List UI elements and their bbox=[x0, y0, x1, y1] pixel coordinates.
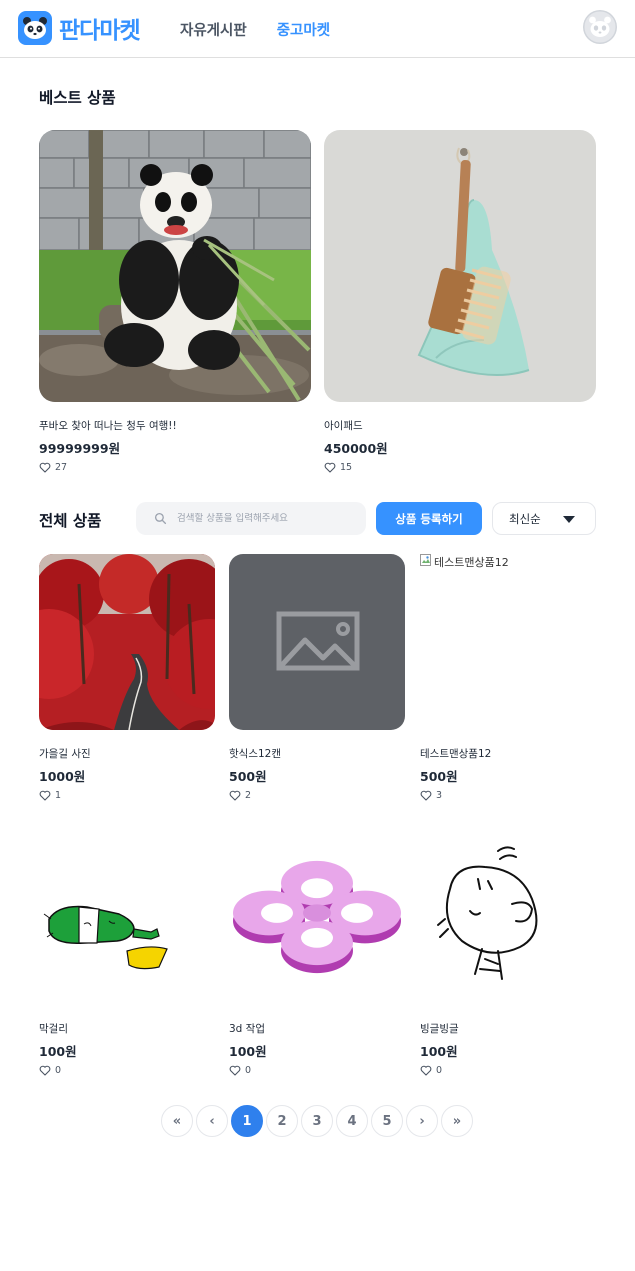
product-price: 100원 bbox=[229, 1044, 267, 1059]
product-name: 테스트맨상품12 bbox=[420, 748, 492, 760]
nav-free-board[interactable]: 자유게시판 bbox=[180, 19, 247, 40]
search-icon bbox=[154, 512, 167, 525]
heart-icon bbox=[39, 462, 51, 473]
search-input[interactable] bbox=[177, 513, 357, 524]
heart-icon bbox=[39, 790, 51, 801]
heart-icon bbox=[324, 462, 336, 473]
product-price: 450000원 bbox=[324, 441, 388, 456]
product-card[interactable]: 테스트맨상품12 테스트맨상품12 500원 3 bbox=[420, 554, 596, 801]
register-product-button[interactable]: 상품 등록하기 bbox=[376, 502, 482, 535]
product-card[interactable]: 가을길 사진 1000원 1 bbox=[39, 554, 215, 801]
logo-link[interactable]: 판다마켓 bbox=[18, 11, 141, 45]
next-page-button[interactable]: › bbox=[406, 1105, 438, 1137]
panda-logo-icon bbox=[18, 11, 52, 45]
product-price: 99999999원 bbox=[39, 441, 121, 456]
favorite-count[interactable]: 3 bbox=[420, 790, 596, 801]
product-image-face-sketch[interactable] bbox=[420, 829, 596, 1005]
page-button-5[interactable]: 5 bbox=[371, 1105, 403, 1137]
user-avatar[interactable] bbox=[583, 10, 617, 44]
product-name: 막걸리 bbox=[39, 1023, 68, 1035]
logo-text: 판다마켓 bbox=[59, 18, 141, 44]
product-image-makgeolli-drawing[interactable] bbox=[39, 829, 215, 1005]
prev-page-button[interactable]: ‹ bbox=[196, 1105, 228, 1137]
favorite-count[interactable]: 1 bbox=[39, 790, 215, 801]
caret-down-icon bbox=[563, 516, 575, 523]
search-bar[interactable] bbox=[136, 502, 366, 535]
heart-icon bbox=[39, 1065, 51, 1076]
heart-icon bbox=[420, 1065, 432, 1076]
favorite-count-value: 27 bbox=[55, 462, 68, 473]
product-image-broken[interactable]: 테스트맨상품12 bbox=[420, 554, 596, 730]
favorite-count-value: 1 bbox=[55, 790, 62, 801]
product-card[interactable]: 3d 작업 100원 0 bbox=[229, 829, 405, 1076]
product-price: 500원 bbox=[229, 769, 267, 784]
product-card[interactable]: 빙글빙글 100원 0 bbox=[420, 829, 596, 1076]
page-button-2[interactable]: 2 bbox=[266, 1105, 298, 1137]
heart-icon bbox=[420, 790, 432, 801]
product-image-autumn-road[interactable] bbox=[39, 554, 215, 730]
favorite-count[interactable]: 2 bbox=[229, 790, 405, 801]
product-image-3d-clover[interactable] bbox=[229, 829, 405, 1005]
favorite-count-value: 3 bbox=[436, 790, 443, 801]
sort-label: 최신순 bbox=[509, 511, 541, 526]
broken-image-icon bbox=[420, 554, 431, 566]
favorite-count[interactable]: 0 bbox=[229, 1065, 405, 1076]
pagination: « ‹ 1 2 3 4 5 › » bbox=[161, 1105, 473, 1137]
image-placeholder-icon bbox=[276, 611, 360, 671]
product-price: 1000원 bbox=[39, 769, 86, 784]
first-page-button[interactable]: « bbox=[161, 1105, 193, 1137]
favorite-count-value: 2 bbox=[245, 790, 252, 801]
favorite-count-value: 0 bbox=[55, 1065, 62, 1076]
product-name: 푸바오 찾아 떠나는 청두 여행!! bbox=[39, 420, 177, 432]
product-name: 아이패드 bbox=[324, 420, 363, 432]
last-page-button[interactable]: » bbox=[441, 1105, 473, 1137]
product-card[interactable]: 막걸리 100원 0 bbox=[39, 829, 215, 1076]
all-products-title: 전체 상품 bbox=[39, 512, 102, 530]
page-button-1[interactable]: 1 bbox=[231, 1105, 263, 1137]
main-nav: 자유게시판 중고마켓 bbox=[180, 19, 330, 40]
favorite-count[interactable]: 15 bbox=[324, 462, 596, 473]
product-name: 가을길 사진 bbox=[39, 748, 91, 760]
product-price: 100원 bbox=[39, 1044, 77, 1059]
heart-icon bbox=[229, 1065, 241, 1076]
favorite-count[interactable]: 27 bbox=[39, 462, 311, 473]
favorite-count[interactable]: 0 bbox=[39, 1065, 215, 1076]
page-button-4[interactable]: 4 bbox=[336, 1105, 368, 1137]
favorite-count-value: 0 bbox=[436, 1065, 443, 1076]
best-product-card[interactable]: 아이패드 450000원 15 bbox=[324, 130, 596, 473]
product-price: 100원 bbox=[420, 1044, 458, 1059]
heart-icon bbox=[229, 790, 241, 801]
sort-dropdown[interactable]: 최신순 bbox=[492, 502, 596, 535]
favorite-count[interactable]: 0 bbox=[420, 1065, 596, 1076]
page-button-3[interactable]: 3 bbox=[301, 1105, 333, 1137]
product-image-panda[interactable] bbox=[39, 130, 311, 402]
favorite-count-value: 0 bbox=[245, 1065, 252, 1076]
nav-used-market[interactable]: 중고마켓 bbox=[277, 19, 330, 40]
broken-image-alt-text: 테스트맨상품12 bbox=[434, 556, 509, 569]
product-name: 3d 작업 bbox=[229, 1023, 266, 1035]
product-image-dustpan[interactable] bbox=[324, 130, 596, 402]
product-price: 500원 bbox=[420, 769, 458, 784]
broken-image-alt: 테스트맨상품12 bbox=[420, 554, 596, 570]
product-card[interactable]: 핫식스12캔 500원 2 bbox=[229, 554, 405, 801]
best-product-card[interactable]: 푸바오 찾아 떠나는 청두 여행!! 99999999원 27 bbox=[39, 130, 311, 473]
best-products-title: 베스트 상품 bbox=[39, 89, 116, 107]
favorite-count-value: 15 bbox=[340, 462, 353, 473]
product-name: 빙글빙글 bbox=[420, 1023, 459, 1035]
header: 판다마켓 자유게시판 중고마켓 bbox=[0, 0, 635, 58]
product-image-placeholder[interactable] bbox=[229, 554, 405, 730]
product-name: 핫식스12캔 bbox=[229, 748, 282, 760]
